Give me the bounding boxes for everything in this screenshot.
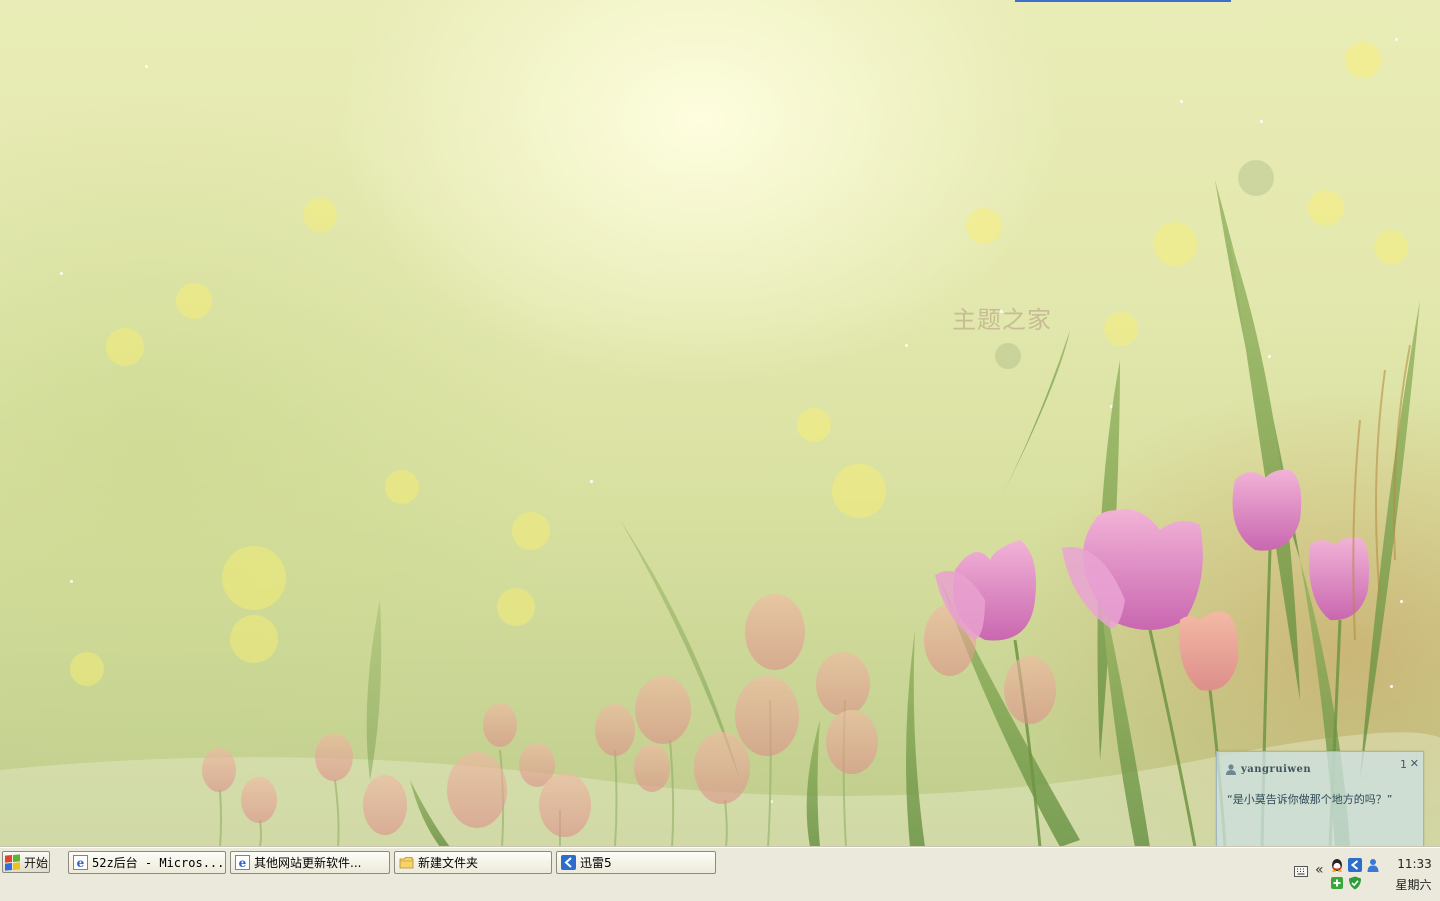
taskbar-item-new-folder[interactable]: 新建文件夹 xyxy=(394,851,552,874)
start-button[interactable]: 开始 xyxy=(2,851,50,873)
clock-time[interactable]: 11:33 xyxy=(1392,857,1437,871)
system-tray: « 11:33 星期六 xyxy=(1290,848,1440,901)
taskbar-item-other-sites[interactable]: e 其他网站更新软件... xyxy=(230,851,390,874)
ie-icon: e xyxy=(73,855,88,870)
thunder-tray-icon[interactable] xyxy=(1348,858,1362,872)
task-label: 新建文件夹 xyxy=(418,856,479,870)
desktop-wallpaper: 主题之家 yangruiwen 1 ✕ “是小莫告诉你做那个地方的吗？” xyxy=(0,0,1440,847)
ie-icon: e xyxy=(235,855,250,870)
message-text[interactable]: “是小莫告诉你做那个地方的吗？” xyxy=(1227,792,1407,807)
update-icon[interactable] xyxy=(1330,876,1344,890)
windows-logo-icon xyxy=(5,853,20,871)
shield-icon[interactable] xyxy=(1348,876,1362,890)
task-label: 其他网站更新软件... xyxy=(254,856,362,870)
svg-text:e: e xyxy=(239,856,247,870)
expand-tray-icon[interactable]: « xyxy=(1315,862,1324,878)
start-label: 开始 xyxy=(24,855,49,870)
close-icon[interactable]: ✕ xyxy=(1410,757,1419,770)
message-notification[interactable]: yangruiwen 1 ✕ “是小莫告诉你做那个地方的吗？” xyxy=(1216,751,1424,847)
task-label: 52z后台 - Micros... xyxy=(92,856,225,870)
sender-name: yangruiwen xyxy=(1241,763,1312,775)
qq-icon[interactable] xyxy=(1330,858,1344,872)
task-label: 迅雷5 xyxy=(580,856,612,870)
tulip-illustration xyxy=(0,180,1440,847)
message-count: 1 xyxy=(1400,758,1407,771)
folder-icon xyxy=(399,857,414,869)
taskbar-item-thunder[interactable]: 迅雷5 xyxy=(556,851,716,874)
taskbar: 开始 e 52z后台 - Micros... e 其他网站更新软件... 新建文… xyxy=(0,847,1440,901)
svg-text:e: e xyxy=(77,856,85,870)
user-icon xyxy=(1226,764,1236,775)
notification-sender: yangruiwen xyxy=(1225,762,1311,776)
top-window-edge xyxy=(1015,0,1231,2)
clock-day[interactable]: 星期六 xyxy=(1390,876,1437,893)
keyboard-icon[interactable] xyxy=(1294,866,1308,877)
contacts-icon[interactable] xyxy=(1366,858,1380,872)
taskbar-item-52z-admin[interactable]: e 52z后台 - Micros... xyxy=(68,851,226,874)
thunder-icon xyxy=(561,855,576,870)
